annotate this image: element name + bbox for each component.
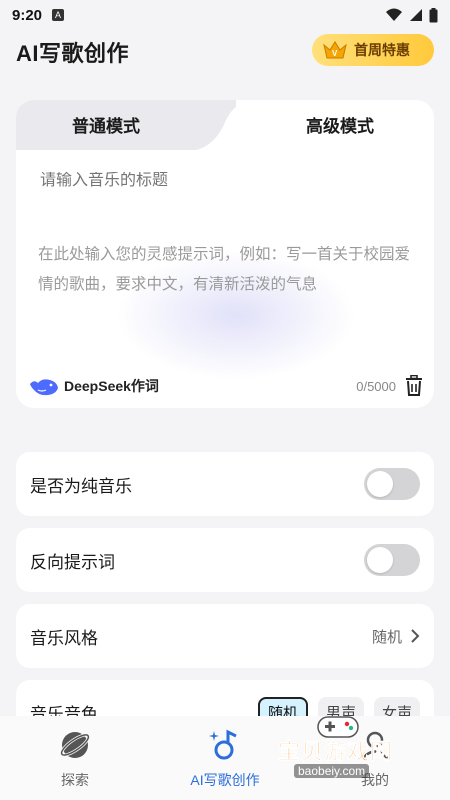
- negative-prompt-toggle[interactable]: [364, 544, 420, 576]
- toggle-knob: [367, 547, 393, 573]
- tab-advanced-mode[interactable]: 高级模式: [306, 112, 374, 137]
- page-title: AI写歌创作: [16, 41, 130, 66]
- editor-footer: DeepSeek作词 0/5000: [28, 372, 424, 400]
- trash-icon[interactable]: [404, 375, 424, 397]
- tab-normal-mode[interactable]: 普通模式: [72, 112, 140, 137]
- crown-icon: V: [323, 41, 347, 59]
- toggle-knob: [367, 471, 393, 497]
- song-title-input[interactable]: [40, 172, 410, 190]
- signal-icon: [410, 9, 422, 21]
- lyric-engine-label[interactable]: DeepSeek作词: [64, 376, 159, 396]
- promo-label: 首周特惠: [354, 42, 410, 58]
- svg-text:V: V: [332, 49, 338, 58]
- watermark-title: 宝贝游戏网: [278, 739, 394, 765]
- music-sparkle-icon: [209, 729, 237, 760]
- char-counter: 0/5000: [356, 378, 396, 394]
- site-watermark: 宝贝游戏网 baobeiy.com: [268, 712, 428, 792]
- deepseek-whale-icon: [30, 379, 58, 396]
- pure-music-label: 是否为纯音乐: [30, 476, 132, 496]
- song-editor-card: 普通模式 高级模式 在此处输入您的灵感提示词，例如：写一首关于校园爱情的歌曲，要…: [16, 100, 434, 408]
- planet-icon: [60, 732, 90, 758]
- tab-curve: [196, 100, 256, 150]
- nav-ai-songwriting-label: AI写歌创作: [190, 772, 260, 788]
- pure-music-toggle[interactable]: [364, 468, 420, 500]
- prompt-textarea[interactable]: 在此处输入您的灵感提示词，例如：写一首关于校园爱情的歌曲，要求中文，有清新活泼的…: [38, 240, 418, 300]
- music-style-row[interactable]: 音乐风格 随机: [16, 604, 434, 668]
- first-week-promo-button[interactable]: V 首周特惠: [312, 34, 434, 66]
- negative-prompt-row: 反向提示词: [16, 528, 434, 592]
- status-time: 9:20: [12, 6, 43, 24]
- pure-music-row: 是否为纯音乐: [16, 452, 434, 516]
- nav-explore[interactable]: 探索: [0, 716, 150, 800]
- wifi-icon: [386, 8, 402, 21]
- status-bar: 9:20 A: [0, 0, 450, 30]
- music-style-label: 音乐风格: [30, 628, 98, 648]
- music-style-value: 随机: [371, 628, 402, 646]
- battery-icon: [429, 7, 438, 22]
- chevron-right-icon: [411, 629, 420, 643]
- notification-icon: A: [52, 9, 65, 21]
- watermark-url: baobeiy.com: [294, 764, 370, 778]
- nav-explore-label: 探索: [61, 772, 89, 788]
- negative-prompt-label: 反向提示词: [30, 552, 115, 572]
